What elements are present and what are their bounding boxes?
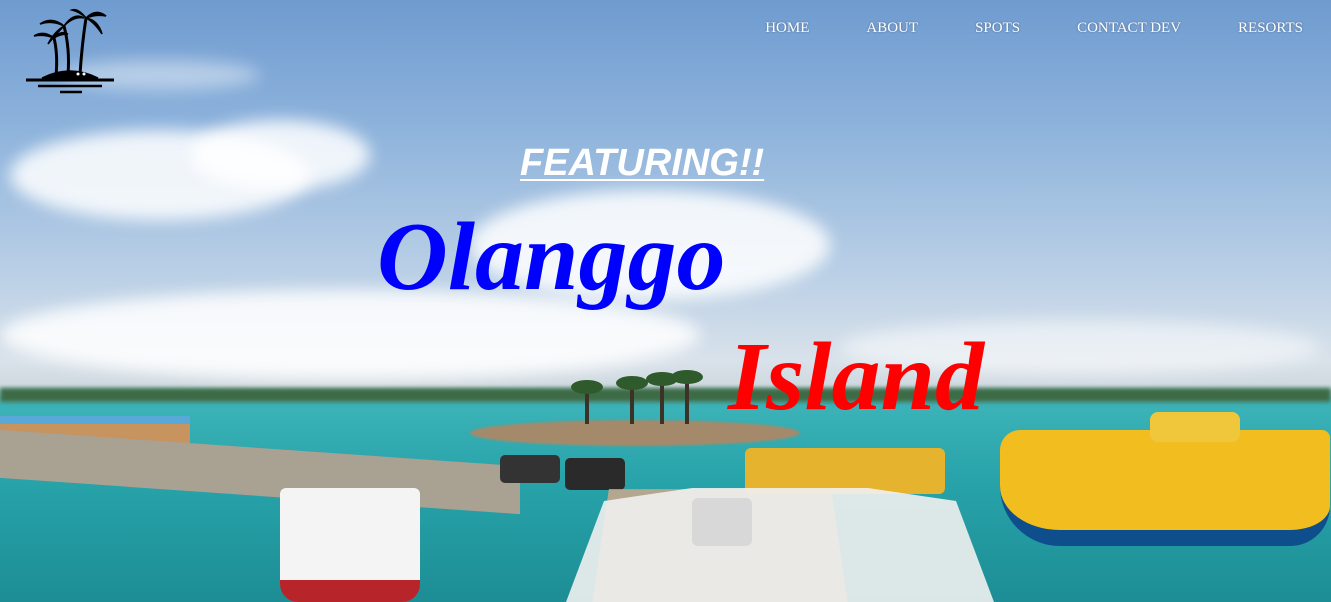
- hero-kicker: FEATURING!!: [520, 142, 765, 184]
- palm-island-icon[interactable]: [24, 4, 116, 96]
- nav-about-link[interactable]: ABOUT: [866, 20, 918, 37]
- main-nav: HOME ABOUT SPOTS CONTACT DEV RESORTS: [765, 20, 1303, 37]
- nav-home-link[interactable]: HOME: [765, 20, 809, 37]
- nav-resorts-link[interactable]: RESORTS: [1238, 20, 1303, 37]
- hero-title-line2: Island: [728, 323, 985, 431]
- nav-spots-link[interactable]: SPOTS: [975, 20, 1020, 37]
- hero-title-line1: Olanggo: [377, 203, 726, 311]
- nav-contact-dev-link[interactable]: CONTACT DEV: [1077, 20, 1181, 37]
